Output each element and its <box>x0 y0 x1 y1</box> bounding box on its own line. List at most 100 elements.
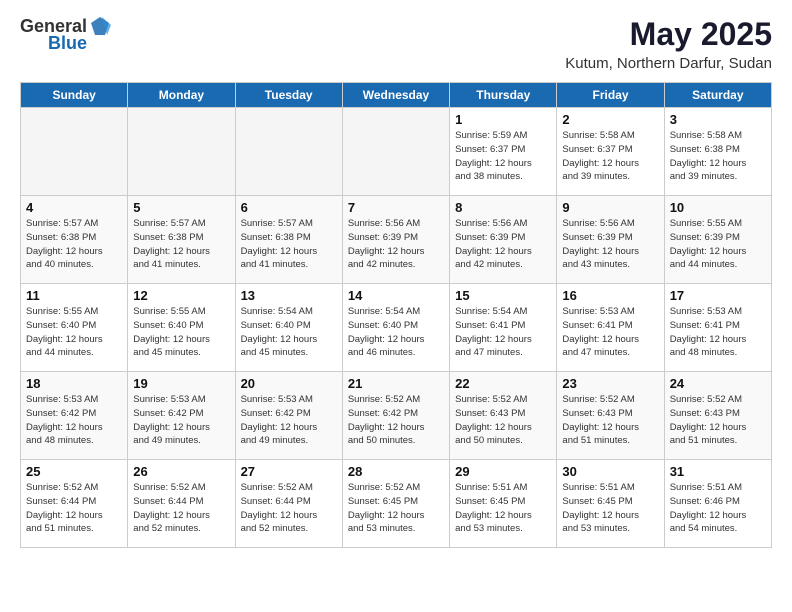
day-number: 5 <box>133 200 229 215</box>
calendar-cell: 9Sunrise: 5:56 AM Sunset: 6:39 PM Daylig… <box>557 196 664 284</box>
weekday-header: Thursday <box>450 83 557 108</box>
day-info: Sunrise: 5:52 AM Sunset: 6:43 PM Dayligh… <box>562 393 658 448</box>
day-number: 7 <box>348 200 444 215</box>
calendar-cell: 29 Sunrise: 5:51 AM Sunset: 6:45 PM Dayli… <box>450 460 557 548</box>
weekday-header: Wednesday <box>342 83 449 108</box>
day-info: Sunrise: 5:52 AM Sunset: 6:44 PM Dayligh… <box>133 481 229 536</box>
weekday-header: Saturday <box>664 83 771 108</box>
day-info: Sunrise: 5:58 AM Sunset: 6:38 PM Dayligh… <box>670 129 766 184</box>
calendar-cell: 22 Sunrise: 5:52 AM Sunset: 6:43 PM Dayli… <box>450 372 557 460</box>
day-info: Sunrise: 5:53 AM Sunset: 6:42 PM Dayligh… <box>241 393 337 448</box>
day-number: 1 <box>455 112 551 127</box>
day-info: Sunrise: 5:56 AM Sunset: 6:39 PM Dayligh… <box>455 217 551 272</box>
day-number: 3 <box>670 112 766 127</box>
weekday-header: Friday <box>557 83 664 108</box>
day-number: 26 <box>133 464 229 479</box>
day-info: Sunrise: 5:52 AM Sunset: 6:44 PM Dayligh… <box>26 481 122 536</box>
calendar-cell: 16Sunrise: 5:53 AM Sunset: 6:41 PM Dayli… <box>557 284 664 372</box>
calendar-week-row: 18 Sunrise: 5:53 AM Sunset: 6:42 PM Dayli… <box>21 372 772 460</box>
calendar-cell <box>128 108 235 196</box>
calendar-cell: 11 Sunrise: 5:55 AM Sunset: 6:40 PM Dayli… <box>21 284 128 372</box>
day-number: 11 <box>26 288 122 303</box>
calendar-cell: 15Sunrise: 5:54 AM Sunset: 6:41 PM Dayli… <box>450 284 557 372</box>
day-number: 14 <box>348 288 444 303</box>
day-number: 16 <box>562 288 658 303</box>
day-number: 19 <box>133 376 229 391</box>
day-number: 29 <box>455 464 551 479</box>
weekday-header: Tuesday <box>235 83 342 108</box>
weekday-header: Monday <box>128 83 235 108</box>
logo-blue-text: Blue <box>48 33 87 54</box>
day-info: Sunrise: 5:57 AM Sunset: 6:38 PM Dayligh… <box>133 217 229 272</box>
day-info: Sunrise: 5:53 AM Sunset: 6:42 PM Dayligh… <box>133 393 229 448</box>
day-info: Sunrise: 5:51 AM Sunset: 6:45 PM Dayligh… <box>455 481 551 536</box>
calendar-cell: 26 Sunrise: 5:52 AM Sunset: 6:44 PM Dayli… <box>128 460 235 548</box>
calendar-cell: 10Sunrise: 5:55 AM Sunset: 6:39 PM Dayli… <box>664 196 771 284</box>
calendar-cell: 24Sunrise: 5:52 AM Sunset: 6:43 PM Dayli… <box>664 372 771 460</box>
day-number: 13 <box>241 288 337 303</box>
location-title: Kutum, Northern Darfur, Sudan <box>565 55 772 72</box>
calendar-cell: 19 Sunrise: 5:53 AM Sunset: 6:42 PM Dayli… <box>128 372 235 460</box>
day-info: Sunrise: 5:59 AM Sunset: 6:37 PM Dayligh… <box>455 129 551 184</box>
day-number: 24 <box>670 376 766 391</box>
day-number: 10 <box>670 200 766 215</box>
calendar-cell: 5 Sunrise: 5:57 AM Sunset: 6:38 PM Daylig… <box>128 196 235 284</box>
logo-icon <box>89 15 111 37</box>
page: General Blue May 2025 Kutum, Northern Da… <box>0 0 792 612</box>
calendar-cell: 21 Sunrise: 5:52 AM Sunset: 6:42 PM Dayli… <box>342 372 449 460</box>
calendar-cell: 12 Sunrise: 5:55 AM Sunset: 6:40 PM Dayli… <box>128 284 235 372</box>
day-info: Sunrise: 5:53 AM Sunset: 6:42 PM Dayligh… <box>26 393 122 448</box>
day-info: Sunrise: 5:52 AM Sunset: 6:43 PM Dayligh… <box>455 393 551 448</box>
calendar-cell <box>342 108 449 196</box>
day-info: Sunrise: 5:58 AM Sunset: 6:37 PM Dayligh… <box>562 129 658 184</box>
day-info: Sunrise: 5:51 AM Sunset: 6:46 PM Dayligh… <box>670 481 766 536</box>
day-number: 25 <box>26 464 122 479</box>
day-number: 18 <box>26 376 122 391</box>
day-number: 9 <box>562 200 658 215</box>
day-number: 23 <box>562 376 658 391</box>
calendar-cell: 13 Sunrise: 5:54 AM Sunset: 6:40 PM Dayli… <box>235 284 342 372</box>
month-title: May 2025 <box>565 16 772 53</box>
calendar-cell: 2 Sunrise: 5:58 AM Sunset: 6:37 PM Daylig… <box>557 108 664 196</box>
day-number: 20 <box>241 376 337 391</box>
day-info: Sunrise: 5:54 AM Sunset: 6:40 PM Dayligh… <box>241 305 337 360</box>
calendar-table: SundayMondayTuesdayWednesdayThursdayFrid… <box>20 82 772 548</box>
calendar-week-row: 1 Sunrise: 5:59 AM Sunset: 6:37 PM Daylig… <box>21 108 772 196</box>
day-number: 17 <box>670 288 766 303</box>
calendar-cell: 31 Sunrise: 5:51 AM Sunset: 6:46 PM Dayli… <box>664 460 771 548</box>
calendar-cell: 28Sunrise: 5:52 AM Sunset: 6:45 PM Dayli… <box>342 460 449 548</box>
day-number: 30 <box>562 464 658 479</box>
calendar-cell: 30Sunrise: 5:51 AM Sunset: 6:45 PM Dayli… <box>557 460 664 548</box>
weekday-header-row: SundayMondayTuesdayWednesdayThursdayFrid… <box>21 83 772 108</box>
day-info: Sunrise: 5:55 AM Sunset: 6:40 PM Dayligh… <box>26 305 122 360</box>
calendar-cell: 18 Sunrise: 5:53 AM Sunset: 6:42 PM Dayli… <box>21 372 128 460</box>
calendar-cell: 8 Sunrise: 5:56 AM Sunset: 6:39 PM Daylig… <box>450 196 557 284</box>
day-number: 12 <box>133 288 229 303</box>
day-info: Sunrise: 5:55 AM Sunset: 6:40 PM Dayligh… <box>133 305 229 360</box>
day-info: Sunrise: 5:52 AM Sunset: 6:45 PM Dayligh… <box>348 481 444 536</box>
calendar-cell: 4Sunrise: 5:57 AM Sunset: 6:38 PM Daylig… <box>21 196 128 284</box>
day-number: 2 <box>562 112 658 127</box>
calendar-cell: 27 Sunrise: 5:52 AM Sunset: 6:44 PM Dayli… <box>235 460 342 548</box>
day-number: 21 <box>348 376 444 391</box>
calendar-cell: 23 Sunrise: 5:52 AM Sunset: 6:43 PM Dayli… <box>557 372 664 460</box>
calendar-cell <box>21 108 128 196</box>
calendar-cell: 14Sunrise: 5:54 AM Sunset: 6:40 PM Dayli… <box>342 284 449 372</box>
calendar-week-row: 25 Sunrise: 5:52 AM Sunset: 6:44 PM Dayli… <box>21 460 772 548</box>
calendar-cell: 25 Sunrise: 5:52 AM Sunset: 6:44 PM Dayli… <box>21 460 128 548</box>
day-info: Sunrise: 5:54 AM Sunset: 6:41 PM Dayligh… <box>455 305 551 360</box>
day-info: Sunrise: 5:52 AM Sunset: 6:42 PM Dayligh… <box>348 393 444 448</box>
day-number: 22 <box>455 376 551 391</box>
day-number: 27 <box>241 464 337 479</box>
day-number: 8 <box>455 200 551 215</box>
calendar-cell: 17Sunrise: 5:53 AM Sunset: 6:41 PM Dayli… <box>664 284 771 372</box>
day-info: Sunrise: 5:57 AM Sunset: 6:38 PM Dayligh… <box>241 217 337 272</box>
title-block: May 2025 Kutum, Northern Darfur, Sudan <box>565 16 772 72</box>
day-info: Sunrise: 5:56 AM Sunset: 6:39 PM Dayligh… <box>348 217 444 272</box>
day-number: 31 <box>670 464 766 479</box>
day-info: Sunrise: 5:52 AM Sunset: 6:44 PM Dayligh… <box>241 481 337 536</box>
day-number: 6 <box>241 200 337 215</box>
day-info: Sunrise: 5:57 AM Sunset: 6:38 PM Dayligh… <box>26 217 122 272</box>
calendar-week-row: 11 Sunrise: 5:55 AM Sunset: 6:40 PM Dayli… <box>21 284 772 372</box>
header: General Blue May 2025 Kutum, Northern Da… <box>20 16 772 72</box>
